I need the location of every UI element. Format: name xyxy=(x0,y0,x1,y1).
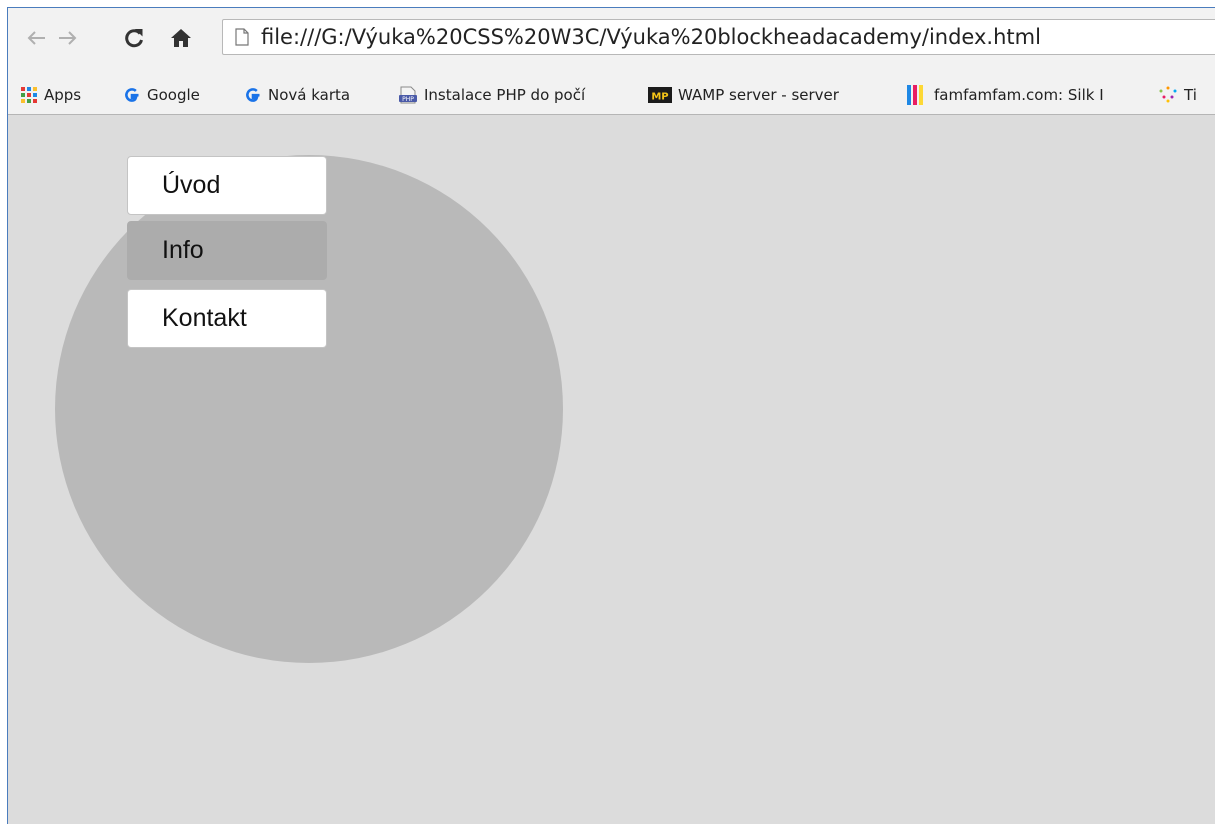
bookmark-famfamfam[interactable]: famfamfam.com: Silk I xyxy=(906,85,1138,105)
reload-button[interactable] xyxy=(122,26,146,50)
bookmark-wamp-server[interactable]: MP WAMP server - server xyxy=(648,85,870,105)
page-content: Úvod Info Kontakt xyxy=(8,115,1215,824)
url-text: file:///G:/Výuka%20CSS%20W3C/Výuka%20blo… xyxy=(261,25,1041,49)
back-arrow-icon xyxy=(27,31,45,45)
sparkle-icon xyxy=(1159,86,1177,103)
bookmark-google[interactable]: Google xyxy=(123,85,200,105)
bookmark-nova-karta[interactable]: Nová karta xyxy=(244,85,350,105)
bookmarks-bar: Apps Google Nová karta PHP Instalace PHP… xyxy=(8,74,1215,115)
famfamfam-icon xyxy=(907,85,923,105)
bookmark-label: Google xyxy=(147,86,200,104)
svg-text:PHP: PHP xyxy=(402,96,414,103)
bookmark-label: Ti xyxy=(1184,86,1197,104)
bookmark-label: famfamfam.com: Silk I xyxy=(934,86,1104,104)
home-button[interactable] xyxy=(169,26,193,50)
forward-button[interactable] xyxy=(56,26,80,50)
forward-arrow-icon xyxy=(59,31,77,45)
bookmark-label: Apps xyxy=(44,86,82,104)
bookmark-label: Instalace PHP do počí xyxy=(424,86,586,104)
reload-icon xyxy=(125,29,143,48)
bookmark-label: WAMP server - server xyxy=(678,86,839,104)
back-button[interactable] xyxy=(24,26,48,50)
bookmark-apps[interactable]: Apps xyxy=(20,85,81,105)
apps-grid-icon xyxy=(21,87,37,103)
page-icon xyxy=(235,28,249,46)
home-icon xyxy=(171,29,191,47)
browser-toolbar: file:///G:/Výuka%20CSS%20W3C/Výuka%20blo… xyxy=(8,8,1215,74)
menu-item-uvod[interactable]: Úvod xyxy=(127,156,327,215)
bookmark-label: Nová karta xyxy=(268,86,351,104)
wamp-icon: MP xyxy=(648,87,672,103)
address-bar[interactable]: file:///G:/Výuka%20CSS%20W3C/Výuka%20blo… xyxy=(222,19,1215,55)
menu-item-info[interactable]: Info xyxy=(127,221,327,280)
bookmark-ti[interactable]: Ti xyxy=(1158,85,1197,105)
google-icon xyxy=(246,88,260,102)
bookmark-instalace-php[interactable]: PHP Instalace PHP do počí xyxy=(398,85,610,105)
browser-window: file:///G:/Výuka%20CSS%20W3C/Výuka%20blo… xyxy=(7,7,1215,824)
svg-text:MP: MP xyxy=(651,92,668,103)
google-icon xyxy=(125,88,139,102)
php-icon: PHP xyxy=(399,86,417,104)
menu-item-kontakt[interactable]: Kontakt xyxy=(127,289,327,348)
